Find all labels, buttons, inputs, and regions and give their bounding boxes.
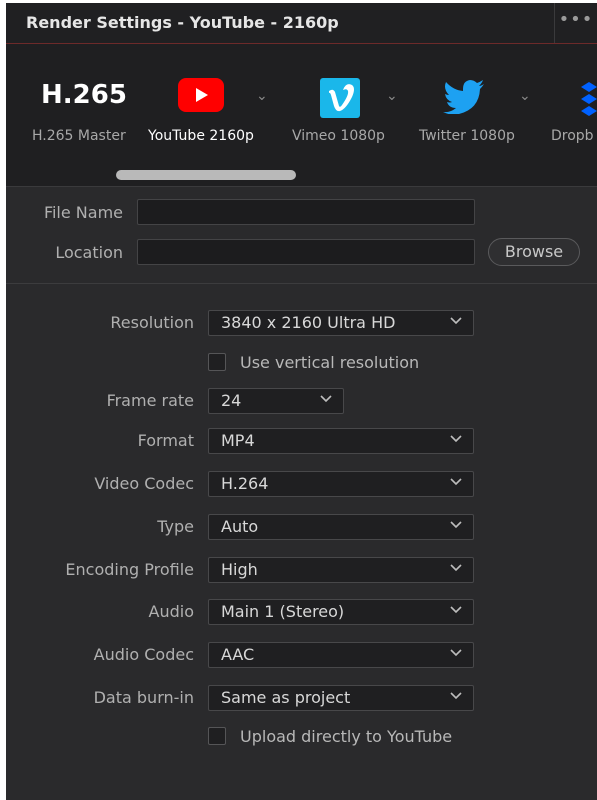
file-name-field[interactable] xyxy=(137,199,475,225)
chevron-down-icon xyxy=(450,564,462,572)
frame-rate-dropdown[interactable]: 24 xyxy=(208,388,344,414)
upload-youtube-label: Upload directly to YouTube xyxy=(240,727,453,746)
video-codec-dropdown[interactable]: H.264 xyxy=(208,471,474,497)
chevron-down-icon xyxy=(450,435,462,443)
h265-icon: H.265 xyxy=(41,80,127,110)
format-dropdown[interactable]: MP4 xyxy=(208,428,474,454)
preset-label: Twitter 1080p xyxy=(419,128,515,144)
preset-h265-master[interactable]: H.265 H.265 Master xyxy=(32,44,132,164)
chevron-down-icon xyxy=(450,317,462,325)
encoding-profile-dropdown[interactable]: High xyxy=(208,557,474,583)
video-codec-value: H.264 xyxy=(221,474,269,493)
preset-label: YouTube 2160p xyxy=(148,128,254,144)
encoding-profile-label: Encoding Profile xyxy=(65,560,194,579)
preset-label: Dropb xyxy=(551,128,594,144)
preset-dropbox[interactable]: Dropb xyxy=(551,44,597,164)
chevron-down-icon xyxy=(320,395,332,403)
preset-twitter-1080p[interactable]: ⌄ Twitter 1080p xyxy=(419,44,539,164)
panel-title: Render Settings - YouTube - 2160p xyxy=(26,13,339,32)
use-vertical-resolution-checkbox[interactable] xyxy=(208,353,226,371)
type-dropdown[interactable]: Auto xyxy=(208,514,474,540)
preset-vimeo-1080p[interactable]: ⌄ Vimeo 1080p xyxy=(292,44,402,164)
audio-value: Main 1 (Stereo) xyxy=(221,602,345,621)
data-burn-in-label: Data burn-in xyxy=(93,688,194,707)
resolution-label: Resolution xyxy=(110,313,194,332)
encoding-profile-value: High xyxy=(221,560,258,579)
browse-button[interactable]: Browse xyxy=(488,238,580,266)
audio-codec-dropdown[interactable]: AAC xyxy=(208,642,474,668)
audio-label: Audio xyxy=(148,602,194,621)
chevron-down-icon[interactable]: ⌄ xyxy=(386,88,398,104)
youtube-icon xyxy=(178,78,224,116)
use-vertical-resolution-label: Use vertical resolution xyxy=(240,353,420,372)
preset-scrollbar[interactable] xyxy=(116,170,296,180)
chevron-down-icon xyxy=(450,606,462,614)
audio-codec-value: AAC xyxy=(221,645,255,664)
file-name-label: File Name xyxy=(43,203,123,222)
chevron-down-icon xyxy=(450,692,462,700)
data-burn-in-value: Same as project xyxy=(221,688,351,707)
frame-rate-label: Frame rate xyxy=(106,391,194,410)
preset-strip: H.265 H.265 Master ⌄ YouTube 2160p ⌄ Vim… xyxy=(6,44,597,187)
upload-youtube-checkbox[interactable] xyxy=(208,727,226,745)
preset-label: Vimeo 1080p xyxy=(292,128,385,144)
data-burn-in-dropdown[interactable]: Same as project xyxy=(208,685,474,711)
chevron-down-icon xyxy=(450,649,462,657)
section-divider xyxy=(6,283,597,284)
dropbox-icon xyxy=(581,78,597,122)
vimeo-icon xyxy=(320,78,360,122)
type-label: Type xyxy=(157,517,194,536)
frame-rate-value: 24 xyxy=(221,391,242,410)
chevron-down-icon xyxy=(450,478,462,486)
chevron-down-icon[interactable]: ⌄ xyxy=(519,88,531,104)
audio-dropdown[interactable]: Main 1 (Stereo) xyxy=(208,599,474,625)
location-label: Location xyxy=(55,243,123,262)
location-field[interactable] xyxy=(137,239,475,265)
audio-codec-label: Audio Codec xyxy=(93,645,194,664)
chevron-down-icon xyxy=(450,521,462,529)
render-settings-panel: Render Settings - YouTube - 2160p ••• H.… xyxy=(6,3,597,800)
title-bar: Render Settings - YouTube - 2160p ••• xyxy=(6,3,597,44)
resolution-value: 3840 x 2160 Ultra HD xyxy=(221,313,396,332)
preset-youtube-2160p[interactable]: ⌄ YouTube 2160p xyxy=(148,44,278,164)
format-value: MP4 xyxy=(221,431,255,450)
twitter-icon xyxy=(443,80,485,118)
chevron-down-icon[interactable]: ⌄ xyxy=(256,88,268,104)
type-value: Auto xyxy=(221,517,259,536)
more-options-button[interactable]: ••• xyxy=(554,3,597,43)
preset-label: H.265 Master xyxy=(32,128,126,144)
resolution-dropdown[interactable]: 3840 x 2160 Ultra HD xyxy=(208,310,474,336)
video-codec-label: Video Codec xyxy=(94,474,194,493)
format-label: Format xyxy=(137,431,194,450)
